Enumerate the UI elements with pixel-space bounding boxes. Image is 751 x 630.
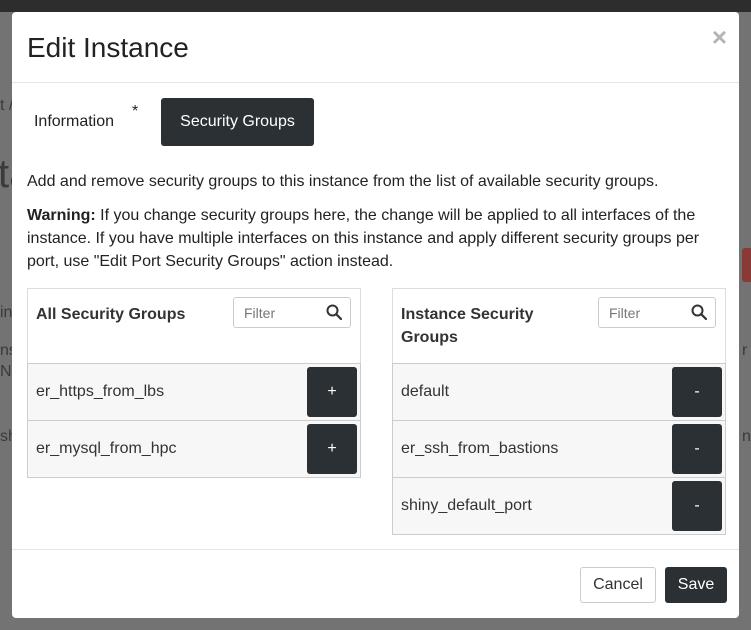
edit-instance-modal: Edit Instance × Information * Security G… xyxy=(12,12,739,618)
list-item: er_ssh_from_bastions - xyxy=(392,421,726,478)
all-groups-filter-input[interactable] xyxy=(234,298,338,327)
instance-groups-filter xyxy=(598,297,716,328)
tab-security-groups[interactable]: Security Groups xyxy=(161,98,314,146)
remove-group-button[interactable]: - xyxy=(672,481,722,531)
search-icon[interactable] xyxy=(691,304,707,320)
list-item: er_https_from_lbs + xyxy=(27,363,361,421)
background-fragment: in xyxy=(0,304,13,321)
instance-groups-filter-input[interactable] xyxy=(599,298,703,327)
add-group-button[interactable]: + xyxy=(307,424,357,474)
remove-group-button[interactable]: - xyxy=(672,424,722,474)
warning-text: Warning: If you change security groups h… xyxy=(27,204,727,273)
list-item: shiny_default_port - xyxy=(392,478,726,535)
modal-title: Edit Instance xyxy=(27,32,189,63)
background-topbar xyxy=(0,0,751,12)
all-security-groups-panel: All Security Groups er_https_from_lbs + … xyxy=(27,288,361,478)
add-group-button[interactable]: + xyxy=(307,367,357,417)
background-red-button xyxy=(742,248,751,282)
panel-header: Instance Security Groups xyxy=(392,288,726,363)
all-groups-list: er_https_from_lbs + er_mysql_from_hpc + xyxy=(27,363,361,478)
search-icon[interactable] xyxy=(326,304,342,320)
save-button[interactable]: Save xyxy=(665,567,727,603)
warning-label: Warning: xyxy=(27,207,96,224)
panel-header: All Security Groups xyxy=(27,288,361,363)
instance-security-groups-title: Instance Security Groups xyxy=(401,306,534,346)
warning-body: If you change security groups here, the … xyxy=(27,207,700,270)
cancel-button[interactable]: Cancel xyxy=(580,567,656,603)
security-group-name: er_mysql_from_hpc xyxy=(36,440,177,457)
instance-groups-list: default - er_ssh_from_bastions - shiny_d… xyxy=(392,363,726,535)
modal-footer: Cancel Save xyxy=(12,549,739,618)
background-fragment: r xyxy=(742,342,748,359)
security-group-name: er_https_from_lbs xyxy=(36,383,165,400)
modal-header: Edit Instance × xyxy=(12,12,739,83)
all-groups-filter xyxy=(233,297,351,328)
all-security-groups-title: All Security Groups xyxy=(36,306,186,323)
tab-information-label: Information xyxy=(33,113,115,130)
required-marker: * xyxy=(132,103,139,120)
tab-information[interactable]: Information * xyxy=(27,98,138,146)
security-group-name: er_ssh_from_bastions xyxy=(401,440,559,457)
security-group-name: shiny_default_port xyxy=(401,497,532,514)
close-icon[interactable]: × xyxy=(712,24,727,50)
list-item: default - xyxy=(392,363,726,421)
security-group-name: default xyxy=(401,383,450,400)
description-text: Add and remove security groups to this i… xyxy=(27,173,659,190)
instance-security-groups-panel: Instance Security Groups default - er_ss… xyxy=(392,288,726,535)
remove-group-button[interactable]: - xyxy=(672,367,722,417)
list-item: er_mysql_from_hpc + xyxy=(27,421,361,478)
background-fragment: n xyxy=(742,428,751,445)
